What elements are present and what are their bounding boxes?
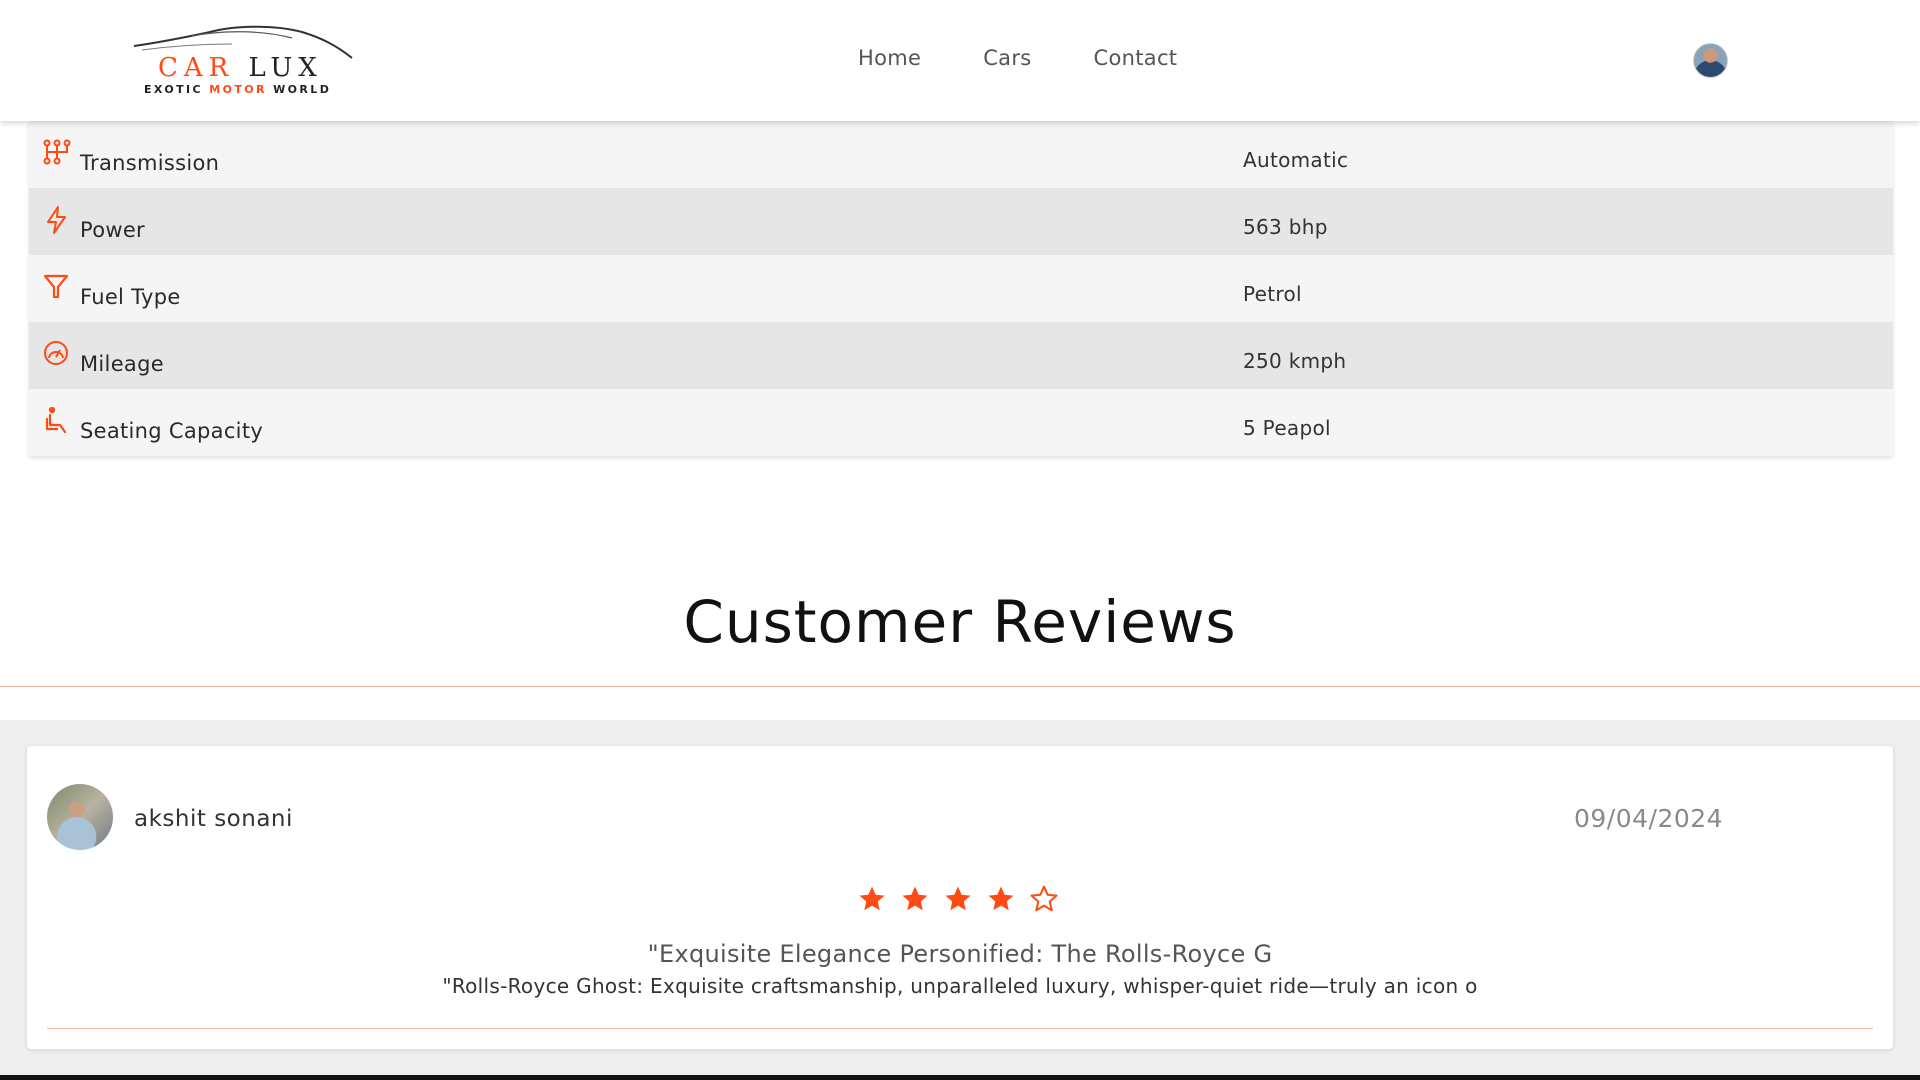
nav-contact-link[interactable]: Contact <box>1094 46 1178 70</box>
spec-label: Mileage <box>80 352 164 376</box>
lightning-icon <box>47 206 66 234</box>
reviews-heading: Customer Reviews <box>683 588 1237 656</box>
logo-tagline: EXOTIC MOTOR WORLD <box>144 83 332 96</box>
navbar: CAR LUX EXOTIC MOTOR WORLD Home Cars Con… <box>0 0 1920 121</box>
spec-value: 563 bhp <box>1243 215 1328 239</box>
spec-value: Petrol <box>1243 282 1302 306</box>
nav-cars-link[interactable]: Cars <box>983 46 1031 70</box>
star-filled-icon <box>902 886 928 911</box>
speedometer-icon <box>44 341 68 365</box>
review-card: akshit sonani 09/04/2024 "Exquisite Eleg… <box>27 746 1893 1049</box>
spec-table: Transmission Automatic Power 563 bhp Fue… <box>29 121 1893 456</box>
star-empty-icon <box>1030 885 1058 912</box>
funnel-icon <box>43 274 69 299</box>
user-avatar-icon[interactable] <box>1693 43 1728 78</box>
star-filled-icon <box>859 886 885 911</box>
spec-row-fuel-type: Fuel Type Petrol <box>29 255 1893 322</box>
spec-label: Transmission <box>80 151 220 175</box>
spec-row-power: Power 563 bhp <box>29 188 1893 255</box>
spec-label: Power <box>80 218 145 242</box>
footer-edge <box>0 1075 1920 1080</box>
spec-row-transmission: Transmission Automatic <box>29 121 1893 188</box>
nav-home-link[interactable]: Home <box>858 46 921 70</box>
star-rating <box>857 884 1059 914</box>
logo-wordmark: CAR LUX <box>158 53 323 83</box>
spec-value: Automatic <box>1243 148 1349 172</box>
reviewer-avatar <box>47 784 113 850</box>
review-body: "Rolls-Royce Ghost: Exquisite craftsmans… <box>442 974 1478 998</box>
reviewer-name: akshit sonani <box>134 806 293 832</box>
main-nav: Home Cars Contact <box>858 46 1177 70</box>
spec-value: 5 Peapol <box>1243 416 1331 440</box>
site-logo[interactable]: CAR LUX EXOTIC MOTOR WORLD <box>132 24 354 98</box>
reviews-panel: akshit sonani 09/04/2024 "Exquisite Eleg… <box>0 720 1920 1075</box>
star-filled-icon <box>988 886 1014 911</box>
card-divider <box>47 1028 1873 1029</box>
spec-label: Seating Capacity <box>80 419 264 443</box>
star-filled-icon <box>945 886 971 911</box>
review-date: 09/04/2024 <box>1574 804 1724 833</box>
transmission-icon <box>43 139 71 165</box>
section-divider <box>0 686 1920 687</box>
review-headline: "Exquisite Elegance Personified: The Rol… <box>647 940 1273 968</box>
spec-row-mileage: Mileage 250 kmph <box>29 322 1893 389</box>
spec-label: Fuel Type <box>80 285 181 309</box>
seat-icon <box>45 407 67 434</box>
spec-value: 250 kmph <box>1243 349 1347 373</box>
spec-row-seating-capacity: Seating Capacity 5 Peapol <box>29 389 1893 456</box>
